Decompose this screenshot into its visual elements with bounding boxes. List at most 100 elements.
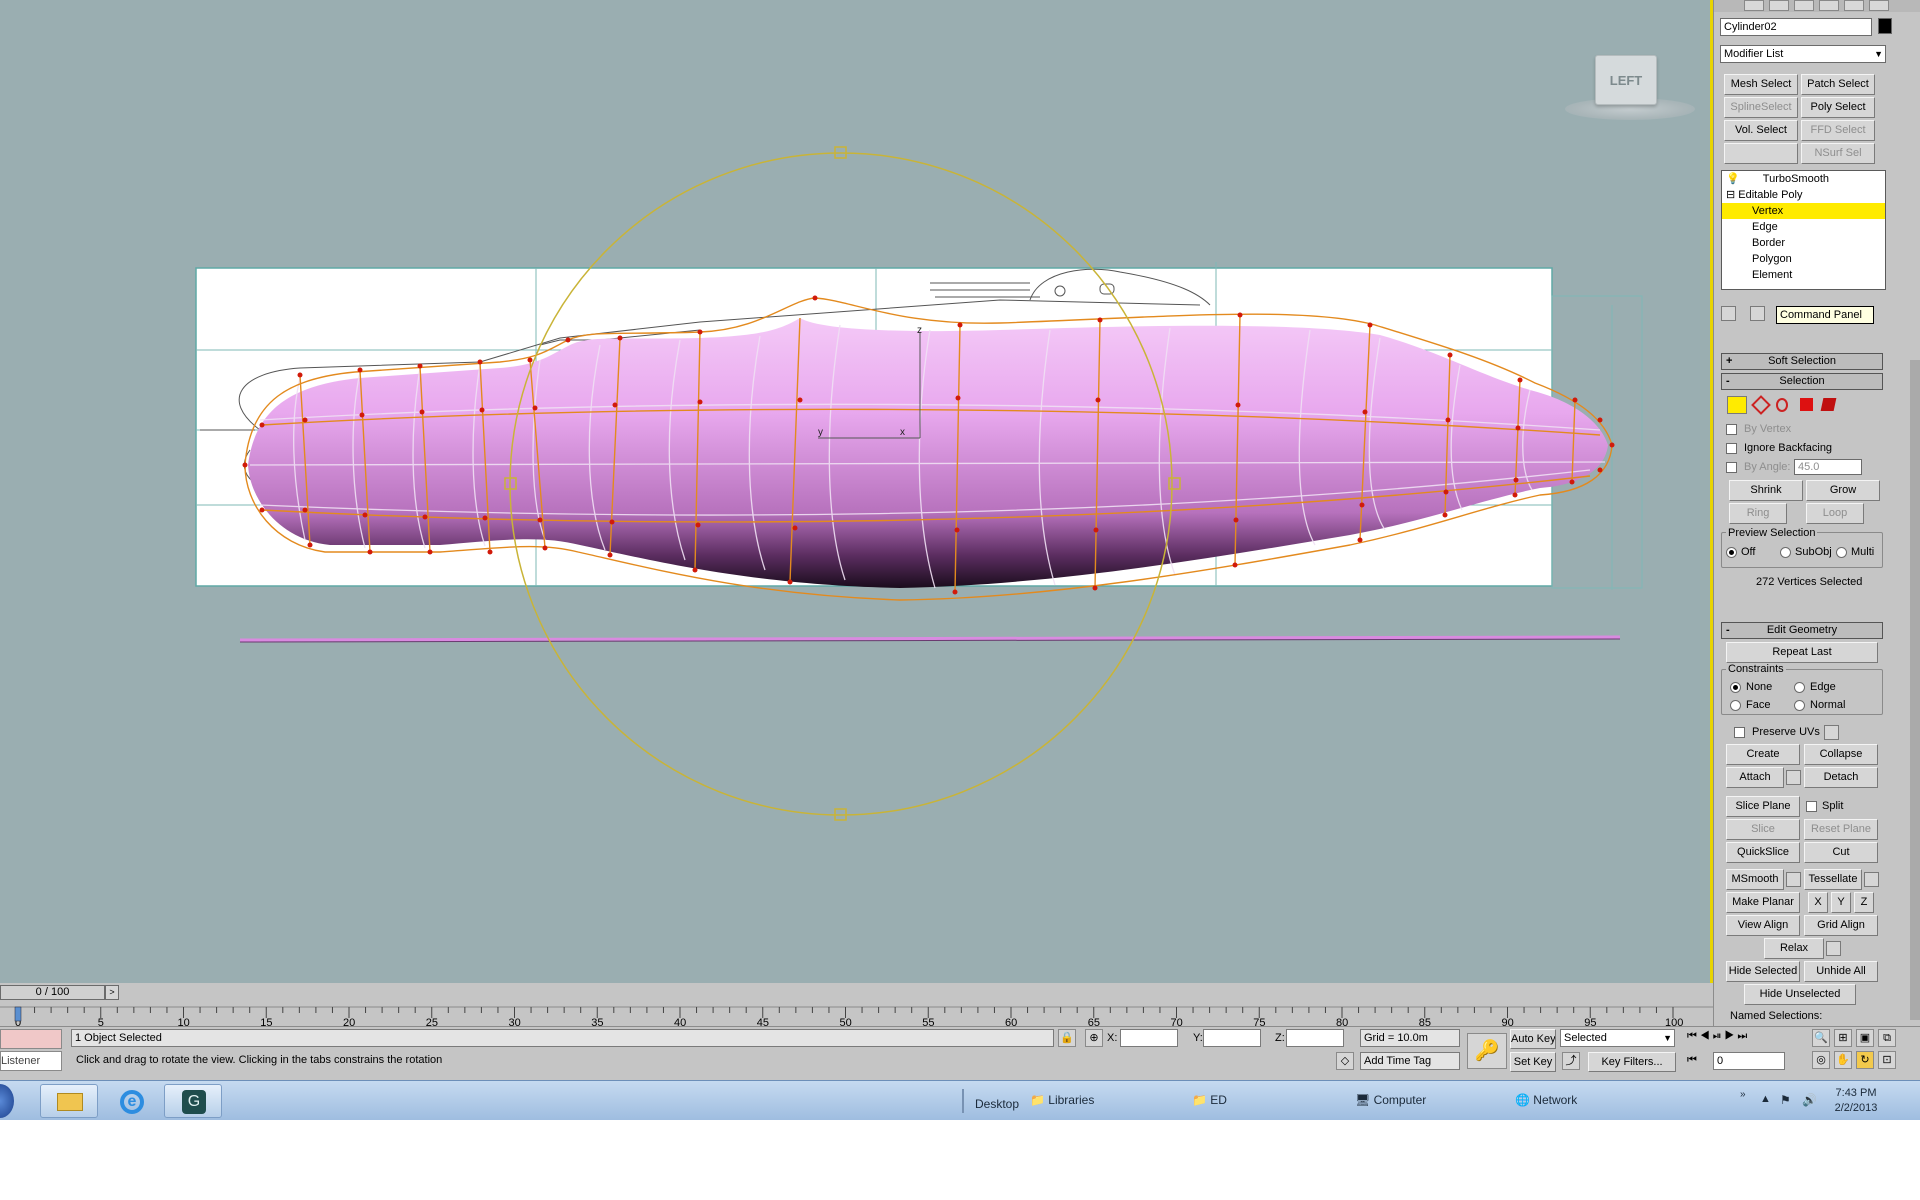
attach-list-icon[interactable]: [1786, 770, 1801, 785]
split-checkbox[interactable]: [1806, 801, 1817, 812]
stack-item-element[interactable]: Element: [1722, 267, 1885, 283]
unhide-all-button[interactable]: Unhide All: [1804, 961, 1878, 982]
show-hidden-icons-icon[interactable]: ▲: [1760, 1093, 1771, 1105]
tessellate-button[interactable]: Tessellate: [1804, 869, 1862, 890]
grow-button[interactable]: Grow: [1806, 480, 1880, 501]
absolute-mode-icon[interactable]: ⊕: [1085, 1029, 1103, 1047]
zoom-all-icon[interactable]: ⊞: [1834, 1029, 1852, 1047]
polygon-mode-icon[interactable]: [1800, 398, 1813, 411]
zoom-icon[interactable]: 🔍: [1812, 1029, 1830, 1047]
attach-button[interactable]: Attach: [1726, 767, 1784, 788]
shrink-button[interactable]: Shrink: [1729, 480, 1803, 501]
start-button-icon[interactable]: [0, 1084, 14, 1118]
edit-geometry-rollout[interactable]: - Edit Geometry: [1721, 622, 1883, 639]
hide-selected-button[interactable]: Hide Selected: [1726, 961, 1800, 982]
msmooth-button[interactable]: MSmooth: [1726, 869, 1784, 890]
create-button[interactable]: Create: [1726, 744, 1800, 765]
command-panel-scrollbar[interactable]: [1910, 360, 1920, 1020]
system-clock[interactable]: 7:43 PM 2/2/2013: [1826, 1086, 1886, 1116]
set-key-mode-key-icon[interactable]: 🔑: [1467, 1033, 1507, 1069]
computer-toolbar-item[interactable]: 🖥 Computer: [1355, 1093, 1426, 1107]
grid-align-button[interactable]: Grid Align: [1804, 915, 1878, 936]
lightbulb-icon[interactable]: 💡: [1726, 173, 1740, 185]
by-angle-input[interactable]: 45.0: [1794, 459, 1862, 475]
edge-mode-icon[interactable]: [1751, 395, 1771, 415]
zoom-extents-icon[interactable]: ▣: [1856, 1029, 1874, 1047]
volume-icon[interactable]: 🔊: [1802, 1093, 1817, 1107]
preserve-uvs-settings-icon[interactable]: [1824, 725, 1839, 740]
internet-explorer-taskbar-icon[interactable]: e: [102, 1084, 160, 1118]
stack-item-turbosmooth[interactable]: 💡 TurboSmooth: [1722, 171, 1885, 187]
constraint-face-radio[interactable]: [1730, 700, 1741, 711]
msmooth-settings-icon[interactable]: [1786, 872, 1801, 887]
display-tab-icon[interactable]: [1844, 0, 1864, 11]
z-coord-field[interactable]: [1286, 1029, 1344, 1047]
action-center-icon[interactable]: ⚑: [1780, 1093, 1791, 1107]
x-coord-field[interactable]: [1120, 1029, 1178, 1047]
preview-subobj-radio[interactable]: [1780, 547, 1791, 558]
object-name-field[interactable]: Cylinder02: [1720, 18, 1872, 36]
y-coord-field[interactable]: [1203, 1029, 1261, 1047]
auto-key-button[interactable]: Auto Key: [1510, 1029, 1556, 1049]
hide-unselected-button[interactable]: Hide Unselected: [1744, 984, 1856, 1005]
planar-y-button[interactable]: Y: [1831, 892, 1851, 913]
by-angle-checkbox[interactable]: [1726, 462, 1737, 473]
reset-plane-button[interactable]: Reset Plane: [1804, 819, 1878, 840]
maximize-viewport-icon[interactable]: ⊡: [1878, 1051, 1896, 1069]
playback-controls[interactable]: ⏮◀⏯▶⏭: [1687, 1030, 1750, 1043]
modifier-list-dropdown[interactable]: Modifier List ▼: [1720, 45, 1886, 63]
stack-item-border[interactable]: Border: [1722, 235, 1885, 251]
key-mode-dropdown[interactable]: Selected ▼: [1560, 1029, 1675, 1047]
vertex-mode-icon[interactable]: [1727, 396, 1747, 414]
set-key-button[interactable]: Set Key: [1510, 1052, 1556, 1072]
key-filters-button[interactable]: Key Filters...: [1588, 1052, 1676, 1072]
viewport-left[interactable]: z y x LEFT: [0, 0, 1713, 983]
slice-plane-button[interactable]: Slice Plane: [1726, 796, 1800, 817]
make-planar-button[interactable]: Make Planar: [1726, 892, 1800, 913]
planar-x-button[interactable]: X: [1808, 892, 1828, 913]
preserve-uvs-checkbox[interactable]: [1734, 727, 1745, 738]
next-frame-arrow-icon[interactable]: >: [105, 985, 119, 1000]
collapse-button[interactable]: Collapse: [1804, 744, 1878, 765]
loop-button[interactable]: Loop: [1806, 503, 1864, 524]
time-slider-thumb[interactable]: 0 / 100: [0, 985, 105, 1000]
quickslice-button[interactable]: QuickSlice: [1726, 842, 1800, 863]
soft-selection-rollout[interactable]: + Soft Selection: [1721, 353, 1883, 370]
add-time-tag-icon[interactable]: ◇: [1336, 1052, 1354, 1070]
default-tangent-icon[interactable]: ⤴: [1562, 1052, 1580, 1070]
modify-tab-icon[interactable]: [1769, 0, 1789, 11]
collapse-minus-icon[interactable]: ⊟: [1726, 189, 1735, 201]
pin-stack-icon[interactable]: [1721, 306, 1736, 321]
view-align-button[interactable]: View Align: [1726, 915, 1800, 936]
spline-select-button[interactable]: SplineSelect: [1724, 97, 1798, 118]
current-frame-field[interactable]: 0: [1713, 1052, 1785, 1070]
planar-z-button[interactable]: Z: [1854, 892, 1874, 913]
viewcube[interactable]: LEFT: [1595, 55, 1657, 105]
mesh-select-button[interactable]: Mesh Select: [1724, 74, 1798, 95]
utilities-tab-icon[interactable]: [1869, 0, 1889, 11]
nsurf-sel-button[interactable]: NSurf Sel: [1801, 143, 1875, 164]
desktop-toolbar-label[interactable]: Desktop: [975, 1097, 1019, 1111]
relax-settings-icon[interactable]: [1826, 941, 1841, 956]
constraint-none-radio[interactable]: [1730, 682, 1741, 693]
add-time-tag-button[interactable]: Add Time Tag: [1360, 1052, 1460, 1070]
show-end-result-icon[interactable]: [1750, 306, 1765, 321]
stack-item-polygon[interactable]: Polygon: [1722, 251, 1885, 267]
vol-select-button[interactable]: Vol. Select: [1724, 120, 1798, 141]
element-mode-icon[interactable]: [1820, 398, 1837, 411]
poly-select-button[interactable]: Poly Select: [1801, 97, 1875, 118]
by-vertex-checkbox[interactable]: [1726, 424, 1737, 435]
motion-tab-icon[interactable]: [1819, 0, 1839, 11]
maxscript-mini-listener-top[interactable]: [0, 1029, 62, 1049]
preview-multi-radio[interactable]: [1836, 547, 1847, 558]
network-toolbar-item[interactable]: 🌐 Network: [1515, 1093, 1577, 1107]
constraint-edge-radio[interactable]: [1794, 682, 1805, 693]
ignore-backfacing-checkbox[interactable]: [1726, 443, 1737, 454]
tessellate-settings-icon[interactable]: [1864, 872, 1879, 887]
orbit-icon[interactable]: ↻: [1856, 1051, 1874, 1069]
border-mode-icon[interactable]: [1776, 398, 1788, 412]
constraint-normal-radio[interactable]: [1794, 700, 1805, 711]
ed-toolbar-item[interactable]: 📁 ED: [1192, 1093, 1227, 1107]
lock-icon[interactable]: 🔒: [1058, 1029, 1076, 1047]
stack-item-editable-poly[interactable]: ⊟ Editable Poly: [1722, 187, 1885, 203]
